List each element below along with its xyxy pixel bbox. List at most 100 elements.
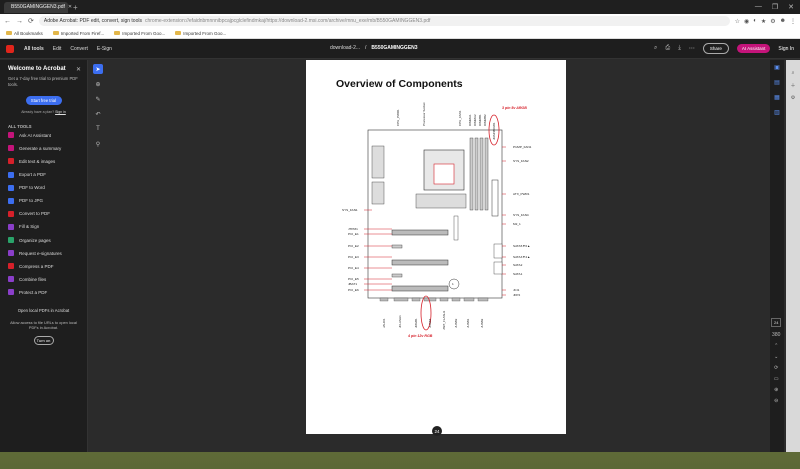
- zoom-down-icon[interactable]: ⌄: [774, 354, 778, 360]
- tool-item[interactable]: PDF to Word: [8, 181, 79, 194]
- folder-icon: [114, 31, 121, 35]
- tab-close-icon[interactable]: ✕: [68, 4, 72, 10]
- bookmark-icon[interactable]: ▤: [774, 79, 780, 86]
- bottom-header: [379, 297, 389, 302]
- select-icon[interactable]: ➤: [93, 64, 103, 74]
- zoom-out-icon[interactable]: ⊖: [774, 398, 778, 404]
- extension-icon[interactable]: ◐: [753, 18, 757, 25]
- pcie-slot: [391, 244, 403, 249]
- extension-icon[interactable]: ★: [761, 18, 766, 25]
- tool-item[interactable]: Request e-signatures: [8, 247, 79, 260]
- zoom-up-icon[interactable]: ⌃: [774, 343, 778, 349]
- tool-label: Generate a summary: [19, 145, 62, 151]
- add-icon[interactable]: ＋: [790, 82, 795, 89]
- print-icon[interactable]: ⎙: [665, 45, 670, 52]
- tool-item[interactable]: Convert to PDF: [8, 207, 79, 220]
- tool-item[interactable]: Generate a summary: [8, 142, 79, 155]
- reload-icon[interactable]: ⟳: [28, 17, 34, 25]
- new-tab-button[interactable]: +: [73, 3, 78, 12]
- tool-label: Organize pages: [19, 237, 51, 243]
- open-local-text: Allow access to file URLs to open local …: [10, 319, 77, 331]
- tool-label: Protect a PDF: [19, 289, 48, 295]
- bookmark-all[interactable]: All Bookmarks: [6, 31, 43, 36]
- document-title[interactable]: download-2... / B550GAMINGGEN3: [330, 45, 418, 51]
- forward-icon[interactable]: →: [16, 18, 23, 25]
- text-icon[interactable]: T: [93, 124, 103, 134]
- window-controls: — ❐ ✕: [755, 3, 800, 11]
- battery-circle: [448, 278, 460, 290]
- bottom-label: JFLASH1: [398, 315, 402, 328]
- address-bar[interactable]: Adobe Acrobat: PDF edit, convert, sign t…: [38, 16, 730, 26]
- menu-esign[interactable]: E-Sign: [97, 46, 112, 52]
- sata-block: [493, 243, 503, 259]
- processor-socket-label: Processor Socket: [422, 102, 426, 126]
- zoom-icon[interactable]: ⊕: [93, 79, 103, 89]
- maximize-button[interactable]: ❐: [772, 3, 778, 11]
- zoom-value: 380: [772, 332, 781, 338]
- extension-icon[interactable]: ◉: [744, 18, 749, 25]
- tool-label: Fill & Sign: [19, 224, 40, 230]
- folder-icon: [6, 31, 12, 35]
- sign-in-plan-link[interactable]: Sign in: [55, 110, 66, 114]
- page-icon[interactable]: ▭: [774, 376, 779, 382]
- tool-item[interactable]: Edit text & images: [8, 155, 79, 168]
- close-window-button[interactable]: ✕: [788, 3, 794, 11]
- attach-icon[interactable]: ▥: [774, 109, 780, 116]
- turn-on-button[interactable]: Turn on: [33, 335, 54, 345]
- page-number: 24: [432, 426, 442, 436]
- zoom-in-icon[interactable]: ⊕: [774, 387, 778, 393]
- acrobat-ext-label: Adobe Acrobat: PDF edit, convert, sign t…: [43, 18, 142, 24]
- menu-edit[interactable]: Edit: [53, 46, 62, 52]
- pages-icon[interactable]: ▦: [774, 94, 780, 101]
- settings-icon[interactable]: ⚙: [791, 95, 795, 101]
- tool-item[interactable]: Compress a PDF: [8, 260, 79, 273]
- document-area[interactable]: Overview of Components 3 pin 5v ARGB 4 p…: [106, 60, 770, 452]
- close-icon[interactable]: ✕: [76, 66, 81, 73]
- tab-b550[interactable]: B550GAMINGGEN3.pdf ✕: [4, 1, 72, 13]
- cpu-inner: [433, 163, 455, 185]
- tool-item[interactable]: Protect a PDF: [8, 286, 79, 299]
- minimize-button[interactable]: —: [755, 3, 762, 11]
- open-local-title: Open local PDFs in Acrobat: [17, 307, 70, 313]
- draw-icon[interactable]: ↶: [93, 109, 103, 119]
- bookmark-star-icon[interactable]: ☆: [735, 18, 740, 25]
- start-trial-button[interactable]: Start free trial: [25, 95, 62, 105]
- tool-item[interactable]: PDF to JPG: [8, 194, 79, 207]
- comment-icon[interactable]: ▣: [774, 64, 780, 71]
- back-icon[interactable]: ←: [4, 18, 11, 25]
- tool-label: Ask AI Assistant: [19, 132, 52, 138]
- tool-label: Combine files: [19, 276, 47, 282]
- acrobat-actions: ⌕ ⎙ ⤓ ⋯ Share AI Assistant Sign In: [654, 43, 794, 54]
- cpu-pwr1-label: CPU_PWR1: [396, 109, 400, 126]
- ai-assistant-button[interactable]: AI Assistant: [736, 44, 771, 53]
- pci-e5-label: PCI_E5: [348, 277, 359, 281]
- download-icon[interactable]: ⤓: [678, 45, 681, 52]
- page-count-box[interactable]: 24: [771, 318, 782, 327]
- search-icon[interactable]: ⌕: [654, 45, 657, 52]
- extension-icon[interactable]: ⚙: [770, 18, 775, 25]
- share-button[interactable]: Share: [702, 43, 729, 54]
- menu-all-tools[interactable]: All tools: [24, 46, 44, 52]
- jfp2-label: JFP2: [513, 293, 521, 297]
- more-icon[interactable]: ⋯: [689, 45, 695, 52]
- menu-convert[interactable]: Convert: [70, 46, 88, 52]
- profile-icon[interactable]: ☻: [780, 18, 786, 25]
- tool-item[interactable]: Fill & Sign: [8, 220, 79, 233]
- acrobat-logo-icon[interactable]: [6, 44, 14, 53]
- bottom-label: JUSB1: [466, 318, 470, 328]
- refresh-icon[interactable]: ⟳: [774, 365, 778, 371]
- search-icon[interactable]: ⌕: [792, 70, 795, 76]
- menu-icon[interactable]: ⋮: [790, 18, 796, 25]
- jrainbow1-label: JRAINBOW1: [492, 122, 496, 140]
- tool-item[interactable]: Organize pages: [8, 234, 79, 247]
- tool-item[interactable]: Ask AI Assistant: [8, 129, 79, 142]
- bookmark-folder[interactable]: Imported From Goo...: [114, 31, 165, 36]
- sign-in-link[interactable]: Sign In: [778, 46, 794, 52]
- bookmark-folder[interactable]: Imported From Goo...: [175, 31, 226, 36]
- bookmark-folder[interactable]: Imported From Firef...: [52, 31, 104, 36]
- tool-item[interactable]: Combine files: [8, 273, 79, 286]
- stamp-icon[interactable]: ⚲: [93, 139, 103, 149]
- tool-item[interactable]: Export a PDF: [8, 168, 79, 181]
- sata34-label: SATA3▼4▲: [513, 255, 531, 259]
- pen-icon[interactable]: ✎: [93, 94, 103, 104]
